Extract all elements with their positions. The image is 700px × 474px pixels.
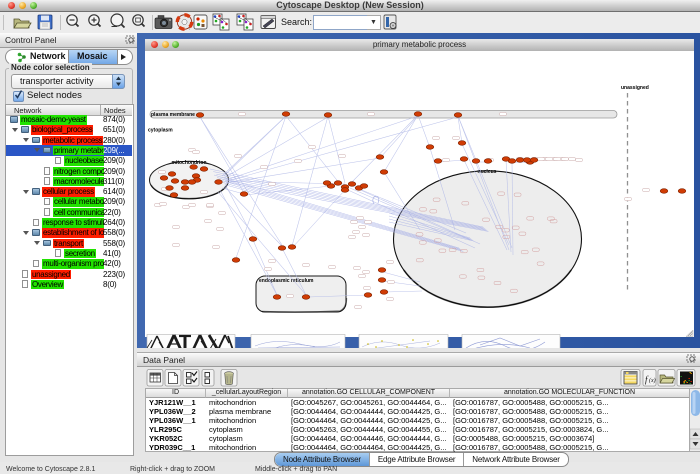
- svg-text:nucleus: nucleus: [478, 169, 497, 175]
- svg-text:unassigned: unassigned: [621, 85, 649, 91]
- svg-text:endoplasmic reticulum: endoplasmic reticulum: [259, 278, 314, 284]
- svg-text:plasma membrane: plasma membrane: [151, 112, 195, 118]
- svg-text:(x): (x): [649, 377, 656, 384]
- svg-text:mitochondrion: mitochondrion: [172, 160, 207, 166]
- svg-text:cytoplasm: cytoplasm: [148, 128, 173, 134]
